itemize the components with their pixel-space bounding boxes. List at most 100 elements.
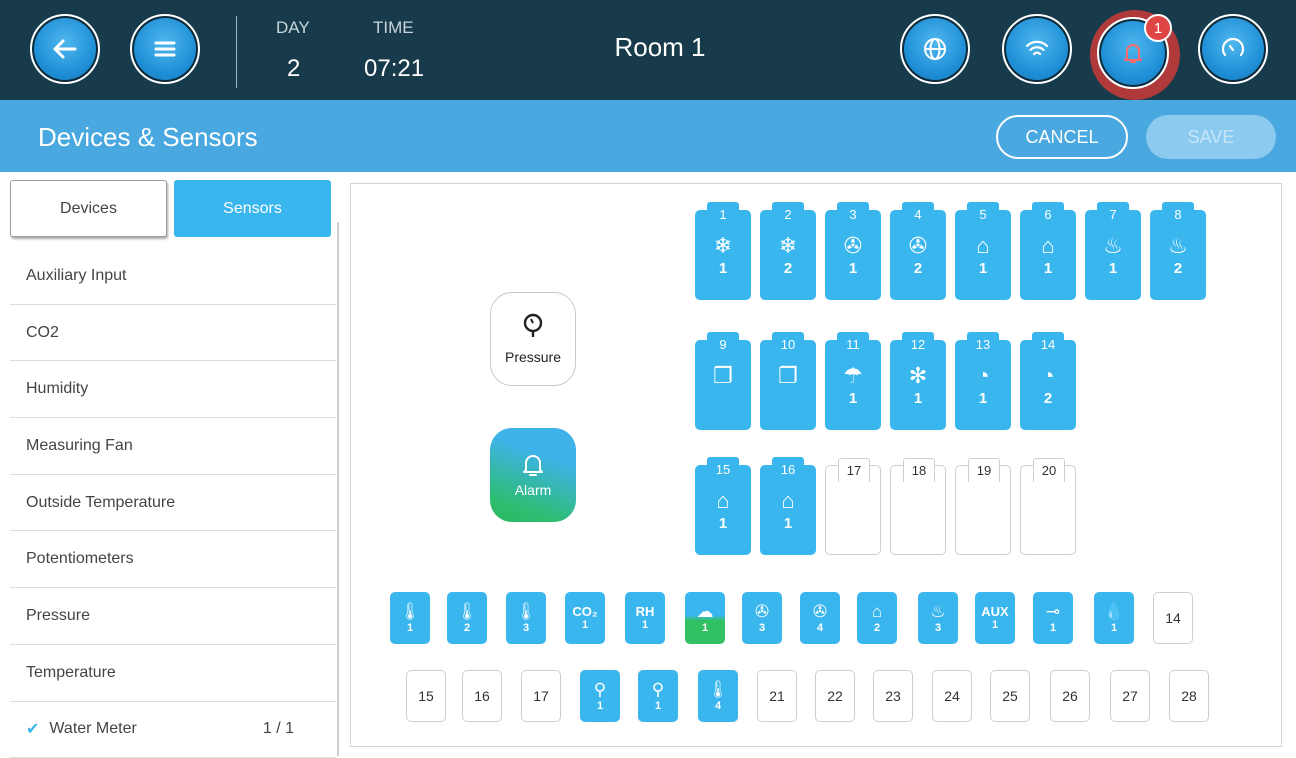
- relay-slot[interactable]: 2❄2: [760, 210, 816, 300]
- relay-slot[interactable]: 12✻1: [890, 340, 946, 430]
- sensor-slot[interactable]: 24: [932, 670, 972, 722]
- sensor-slot[interactable]: 🌡1: [390, 592, 430, 644]
- relay-slot[interactable]: 7♨1: [1085, 210, 1141, 300]
- relay-number: 11: [837, 332, 869, 356]
- sensor-slot[interactable]: 25: [990, 670, 1030, 722]
- device-icon: ◔: [1020, 364, 1076, 388]
- sensor-type-label: Potentiometers: [26, 550, 134, 568]
- sensor-icon: ⚲: [594, 680, 606, 700]
- language-button[interactable]: [900, 14, 970, 84]
- sensor-slot[interactable]: 14: [1153, 592, 1193, 644]
- device-index: 1: [825, 260, 881, 277]
- sensor-type-item[interactable]: CO2: [10, 305, 336, 362]
- sensor-type-item[interactable]: Humidity: [10, 361, 336, 418]
- sensor-type-item[interactable]: Pressure: [10, 588, 336, 645]
- pressure-button[interactable]: Pressure: [490, 292, 576, 386]
- sensor-index: 1: [1050, 622, 1056, 635]
- sensor-type-item[interactable]: Measuring Fan: [10, 418, 336, 475]
- relay-number: 7: [1097, 202, 1129, 226]
- save-button[interactable]: SAVE: [1146, 115, 1276, 159]
- sensor-icon: ⚲: [652, 680, 664, 700]
- network-button[interactable]: [1002, 14, 1072, 84]
- menu-button[interactable]: [130, 14, 200, 84]
- sensor-slot[interactable]: ✇3: [742, 592, 782, 644]
- tab-sensors[interactable]: Sensors: [174, 180, 331, 237]
- relay-slot[interactable]: 20: [1020, 465, 1076, 555]
- sensor-index: 1: [642, 619, 648, 632]
- relay-slot[interactable]: 3✇1: [825, 210, 881, 300]
- relay-slot[interactable]: 16⌂1: [760, 465, 816, 555]
- relay-number: 15: [707, 457, 739, 481]
- relay-slot[interactable]: 13◔1: [955, 340, 1011, 430]
- sensor-type-item[interactable]: Outside Temperature: [10, 475, 336, 532]
- sensor-slot[interactable]: 16: [462, 670, 502, 722]
- sensor-index: 1: [702, 622, 708, 635]
- sensor-type-item[interactable]: Potentiometers: [10, 531, 336, 588]
- alarm-button[interactable]: Alarm: [490, 428, 576, 522]
- relay-slot[interactable]: 4✇2: [890, 210, 946, 300]
- sensor-type-item[interactable]: ✔Water Meter1 / 1: [10, 702, 336, 758]
- tab-devices[interactable]: Devices: [10, 180, 167, 237]
- relay-slot[interactable]: 1❄1: [695, 210, 751, 300]
- device-index: 2: [1020, 390, 1076, 407]
- relay-slot[interactable]: 15⌂1: [695, 465, 751, 555]
- back-button[interactable]: [30, 14, 100, 84]
- sensor-index: 1: [1111, 622, 1117, 635]
- sensor-slot[interactable]: ⚲1: [638, 670, 678, 722]
- relay-slot[interactable]: 10❐: [760, 340, 816, 430]
- sensor-slot[interactable]: 22: [815, 670, 855, 722]
- sensor-type-item[interactable]: Temperature: [10, 645, 336, 702]
- sensor-slot[interactable]: 🌡4: [698, 670, 738, 722]
- relay-slot[interactable]: 9❐: [695, 340, 751, 430]
- input-number: 17: [533, 688, 549, 704]
- sensor-slot[interactable]: 🌡3: [506, 592, 546, 644]
- sensor-slot[interactable]: 23: [873, 670, 913, 722]
- relay-slot[interactable]: 5⌂1: [955, 210, 1011, 300]
- relay-slot[interactable]: 17: [825, 465, 881, 555]
- sensor-slot[interactable]: 17: [521, 670, 561, 722]
- device-icon: ◔: [955, 364, 1011, 388]
- device-index: 1: [955, 390, 1011, 407]
- sensor-slot[interactable]: RH1: [625, 592, 665, 644]
- sensor-type-label: Temperature: [26, 664, 116, 682]
- relay-slot[interactable]: 11☂1: [825, 340, 881, 430]
- sensor-icon: ⊸: [1046, 602, 1060, 622]
- relay-slot[interactable]: 6⌂1: [1020, 210, 1076, 300]
- sensor-slot[interactable]: ⊸1: [1033, 592, 1073, 644]
- device-index: 1: [955, 260, 1011, 277]
- device-index: 1: [695, 260, 751, 277]
- sensor-index: 1: [655, 700, 661, 713]
- relay-slot[interactable]: 18: [890, 465, 946, 555]
- sensor-icon: ✇: [755, 602, 769, 622]
- sensor-slot[interactable]: ⚲1: [580, 670, 620, 722]
- relay-slot[interactable]: 8♨2: [1150, 210, 1206, 300]
- sensor-slot[interactable]: ☁1: [685, 592, 725, 644]
- sensor-slot[interactable]: 15: [406, 670, 446, 722]
- wifi-icon: [1022, 34, 1052, 64]
- sensor-slot[interactable]: ⌂2: [857, 592, 897, 644]
- relay-number: 10: [772, 332, 804, 356]
- dashboard-button[interactable]: [1198, 14, 1268, 84]
- sensor-slot[interactable]: 💧1: [1094, 592, 1134, 644]
- sensor-icon: 🌡: [515, 602, 537, 622]
- sensor-slot[interactable]: 21: [757, 670, 797, 722]
- sensor-slot[interactable]: ♨3: [918, 592, 958, 644]
- relay-number: 14: [1032, 332, 1064, 356]
- device-icon: ♨: [1150, 234, 1206, 258]
- cancel-button[interactable]: CANCEL: [996, 115, 1128, 159]
- sensor-slot[interactable]: 28: [1169, 670, 1209, 722]
- sensor-slot[interactable]: 🌡2: [447, 592, 487, 644]
- room-title: Room 1: [560, 32, 760, 63]
- sensor-slot[interactable]: CO₂1: [565, 592, 605, 644]
- sensor-type-item[interactable]: Auxiliary Input: [10, 248, 336, 305]
- sensor-slot[interactable]: AUX1: [975, 592, 1015, 644]
- sensor-slot[interactable]: 26: [1050, 670, 1090, 722]
- sensor-icon: 🌡: [456, 602, 478, 622]
- relay-slot[interactable]: 14◔2: [1020, 340, 1076, 430]
- relay-number: 20: [1033, 458, 1065, 482]
- list-scrollbar[interactable]: [337, 222, 339, 756]
- sensor-slot[interactable]: ✇4: [800, 592, 840, 644]
- device-index: 1: [1085, 260, 1141, 277]
- relay-slot[interactable]: 19: [955, 465, 1011, 555]
- sensor-slot[interactable]: 27: [1110, 670, 1150, 722]
